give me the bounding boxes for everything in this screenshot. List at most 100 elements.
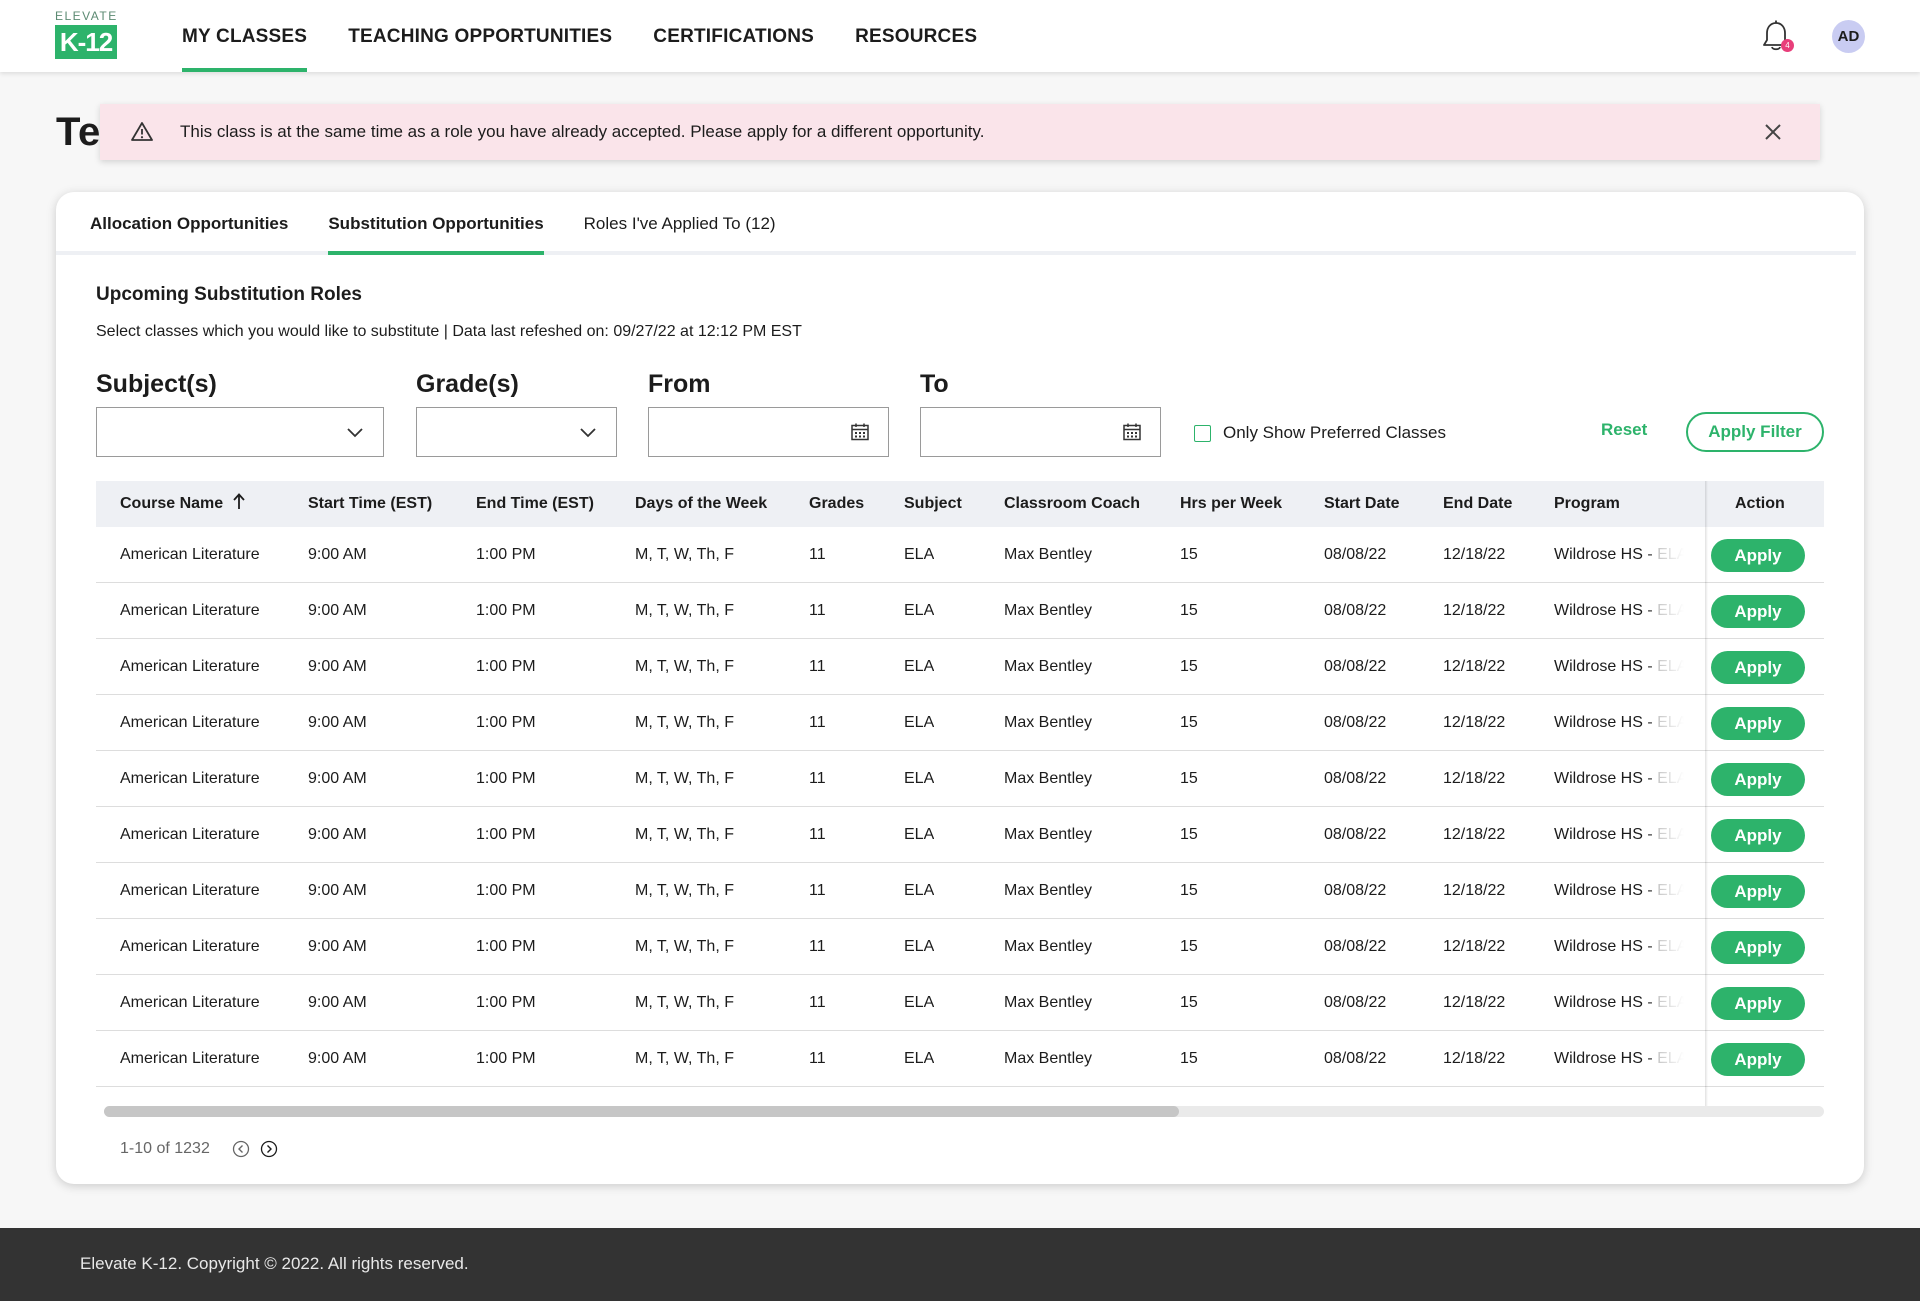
grade-select[interactable] <box>416 407 617 457</box>
checkbox-box[interactable] <box>1194 424 1211 442</box>
cell-course-name: American Literature <box>120 938 260 955</box>
apply-button[interactable]: Apply <box>1711 651 1805 684</box>
col-start-time[interactable]: Start Time (EST) <box>308 481 432 527</box>
apply-button[interactable]: Apply <box>1711 763 1805 796</box>
cell-start-date: 08/08/22 <box>1324 770 1387 787</box>
cell-course-name: American Literature <box>120 658 260 675</box>
cell-classroom-coach: Max Bentley <box>1004 938 1093 955</box>
subject-select[interactable] <box>96 407 384 457</box>
preferred-classes-checkbox[interactable]: Only Show Preferred Classes <box>1194 423 1446 443</box>
cell-course-name: American Literature <box>120 714 260 731</box>
horizontal-scrollbar[interactable] <box>104 1106 1824 1117</box>
apply-button[interactable]: Apply <box>1711 1043 1805 1076</box>
cell-start-date: 08/08/22 <box>1324 546 1387 563</box>
cell-hrs-per-week: 15 <box>1180 826 1198 843</box>
reset-button[interactable]: Reset <box>1601 420 1647 440</box>
nav-certifications[interactable]: CERTIFICATIONS <box>653 0 814 72</box>
nav-my-classes[interactable]: MY CLASSES <box>182 0 308 72</box>
table-header: Course Name Start Time (EST) End Time (E… <box>96 481 1824 527</box>
tab-substitution-opportunities[interactable]: Substitution Opportunities <box>328 192 544 255</box>
col-classroom-coach[interactable]: Classroom Coach <box>1004 481 1140 527</box>
cell-end-time: 1:00 PM <box>476 994 536 1011</box>
nav-teaching-opportunities[interactable]: TEACHING OPPORTUNITIES <box>348 0 612 72</box>
close-icon[interactable] <box>1762 121 1784 143</box>
elevate-k12-logo[interactable]: ELEVATE K-12 <box>55 10 119 62</box>
apply-button[interactable]: Apply <box>1711 707 1805 740</box>
program-name: Wildrose HS - <box>1554 546 1658 563</box>
apply-button[interactable]: Apply <box>1711 539 1805 572</box>
table-row: American Literature 9:00 AM 1:00 PM M, T, W… <box>96 695 1824 751</box>
cell-end-date: 12/18/22 <box>1443 1050 1506 1067</box>
program-subject: ELA <box>1657 882 1684 899</box>
from-date-input[interactable] <box>648 407 889 457</box>
col-course-name[interactable]: Course Name <box>120 481 246 527</box>
cell-days: M, T, W, Th, F <box>635 602 734 619</box>
col-program[interactable]: Program <box>1554 481 1620 527</box>
section-title: Upcoming Substitution Roles <box>96 284 362 305</box>
apply-button[interactable]: Apply <box>1711 819 1805 852</box>
col-grades[interactable]: Grades <box>809 481 864 527</box>
apply-filter-button[interactable]: Apply Filter <box>1686 412 1824 452</box>
cell-course-name: American Literature <box>120 602 260 619</box>
grade-filter-label: Grade(s) <box>416 370 519 398</box>
nav-resources[interactable]: RESOURCES <box>855 0 977 72</box>
cell-days: M, T, W, Th, F <box>635 826 734 843</box>
copyright-text: Elevate K-12. Copyright © 2022. All righ… <box>80 1254 469 1273</box>
table-row: American Literature 9:00 AM 1:00 PM M, T, W… <box>96 751 1824 807</box>
cell-end-date: 12/18/22 <box>1443 602 1506 619</box>
chevron-right-icon[interactable] <box>260 1140 278 1158</box>
cell-end-time: 1:00 PM <box>476 938 536 955</box>
cell-course-name: American Literature <box>120 1050 260 1067</box>
cell-grades: 11 <box>809 770 826 787</box>
tab-roles-applied[interactable]: Roles I've Applied To (12) <box>584 192 776 255</box>
col-end-time[interactable]: End Time (EST) <box>476 481 594 527</box>
col-start-date[interactable]: Start Date <box>1324 481 1400 527</box>
cell-start-date: 08/08/22 <box>1324 882 1387 899</box>
cell-start-date: 08/08/22 <box>1324 1050 1387 1067</box>
tab-allocation-opportunities[interactable]: Allocation Opportunities <box>90 192 288 255</box>
warning-icon <box>131 122 153 141</box>
user-avatar[interactable]: AD <box>1832 20 1865 53</box>
apply-button[interactable]: Apply <box>1711 875 1805 908</box>
program-subject: ELA <box>1657 1050 1684 1067</box>
col-days[interactable]: Days of the Week <box>635 481 767 527</box>
cell-start-time: 9:00 AM <box>308 826 367 843</box>
cell-hrs-per-week: 15 <box>1180 770 1198 787</box>
cell-subject: ELA <box>904 770 935 787</box>
program-name: Wildrose HS - <box>1554 770 1658 787</box>
cell-grades: 11 <box>809 658 826 675</box>
cell-end-time: 1:00 PM <box>476 602 536 619</box>
cell-end-time: 1:00 PM <box>476 826 536 843</box>
apply-button[interactable]: Apply <box>1711 595 1805 628</box>
cell-hrs-per-week: 15 <box>1180 546 1198 563</box>
scrollbar-thumb[interactable] <box>104 1106 1179 1117</box>
col-action: Action <box>1735 495 1785 512</box>
chevron-left-icon[interactable] <box>232 1140 250 1158</box>
cell-grades: 11 <box>809 938 826 955</box>
opportunity-tabs: Allocation Opportunities Substitution Op… <box>90 192 816 255</box>
program-subject: ELA <box>1657 938 1684 955</box>
cell-start-time: 9:00 AM <box>308 1050 367 1067</box>
cell-end-date: 12/18/22 <box>1443 770 1506 787</box>
cell-subject: ELA <box>904 658 935 675</box>
apply-button[interactable]: Apply <box>1711 931 1805 964</box>
col-end-date[interactable]: End Date <box>1443 481 1512 527</box>
cell-start-time: 9:00 AM <box>308 770 367 787</box>
to-date-input[interactable] <box>920 407 1161 457</box>
cell-days: M, T, W, Th, F <box>635 546 734 563</box>
sort-ascending-icon[interactable] <box>232 492 246 510</box>
program-subject: ELA <box>1657 714 1684 731</box>
chevron-down-icon <box>580 428 596 438</box>
program-name: Wildrose HS - <box>1554 882 1658 899</box>
col-hrs-per-week[interactable]: Hrs per Week <box>1180 481 1282 527</box>
apply-button[interactable]: Apply <box>1711 987 1805 1020</box>
cell-subject: ELA <box>904 1050 935 1067</box>
calendar-icon <box>1123 423 1141 441</box>
col-subject[interactable]: Subject <box>904 481 962 527</box>
cell-start-date: 08/08/22 <box>1324 938 1387 955</box>
top-nav-bar: ELEVATE K-12 MY CLASSES TEACHING OPPORTU… <box>0 0 1920 72</box>
cell-days: M, T, W, Th, F <box>635 938 734 955</box>
cell-hrs-per-week: 15 <box>1180 882 1198 899</box>
notifications-button[interactable]: 4 <box>1762 20 1794 54</box>
cell-end-date: 12/18/22 <box>1443 882 1506 899</box>
